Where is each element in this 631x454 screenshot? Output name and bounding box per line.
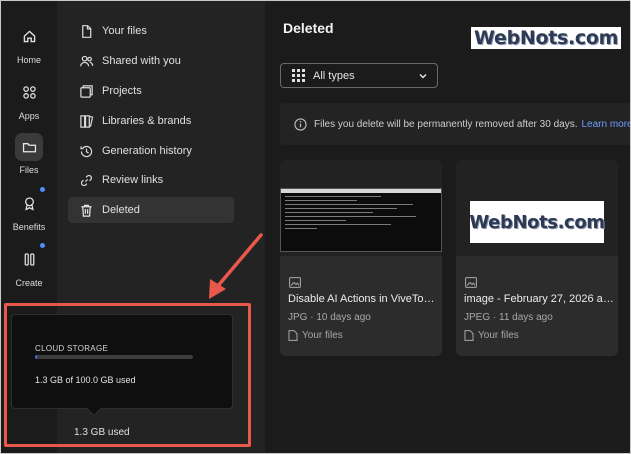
file-location: Your files	[464, 330, 519, 341]
file-meta: JPG · 10 days ago	[288, 312, 371, 323]
file-icon	[288, 330, 298, 341]
library-icon	[80, 114, 94, 128]
file-thumbnail: WebNots.com	[456, 160, 618, 256]
nav-label: Review links	[102, 174, 164, 186]
nav-review-links[interactable]: Review links	[68, 167, 234, 193]
nav-shared-with-you[interactable]: Shared with you	[68, 48, 234, 74]
image-file-icon	[289, 277, 301, 288]
rail-files[interactable]: Files	[1, 133, 57, 175]
home-icon	[16, 23, 42, 49]
chevron-down-icon	[419, 73, 427, 79]
page-title: Deleted	[283, 20, 334, 36]
nav-projects[interactable]: Projects	[68, 78, 234, 104]
console-screenshot-image	[280, 188, 442, 252]
nav-label: Deleted	[102, 204, 140, 216]
retention-notice: Files you delete will be permanently rem…	[280, 103, 630, 145]
rail-home-label: Home	[16, 55, 41, 65]
file-location-label: Your files	[302, 330, 343, 341]
file-name: image - February 27, 2026 at 1...	[464, 293, 614, 305]
nav-label: Shared with you	[102, 55, 181, 67]
create-icon	[16, 243, 45, 272]
folder-icon	[15, 133, 43, 161]
nav-deleted[interactable]: Deleted	[68, 197, 234, 223]
filter-label: All types	[313, 69, 355, 82]
nav-libraries-brands[interactable]: Libraries & brands	[68, 108, 234, 134]
thumbnail-logo-text: WebNots.com	[469, 211, 605, 233]
file-name: Disable AI Actions in ViveTool...	[288, 293, 438, 305]
nav-label: Generation history	[102, 145, 192, 157]
rail-benefits[interactable]: Benefits	[1, 187, 57, 232]
file-meta: JPEG · 11 days ago	[464, 312, 553, 323]
nav-label: Projects	[102, 85, 142, 97]
notification-dot	[40, 187, 45, 192]
apps-icon	[16, 79, 42, 105]
file-location-label: Your files	[478, 330, 519, 341]
nav-label: Your files	[102, 25, 147, 37]
history-icon	[80, 145, 93, 157]
nav-your-files[interactable]: Your files	[68, 18, 234, 44]
projects-icon	[80, 84, 93, 98]
notice-text: Files you delete will be permanently rem…	[314, 118, 578, 130]
rail-home[interactable]: Home	[1, 23, 57, 65]
file-icon	[82, 24, 92, 38]
cloud-storage-popover: CLOUD STORAGE 1.3 GB of 100.0 GB used	[11, 314, 233, 409]
app-window: Home Apps Files Benefits Create Your fil…	[1, 1, 630, 453]
rail-files-label: Files	[19, 165, 39, 175]
link-icon	[81, 174, 92, 186]
files-nav-panel: Your files Shared with you Projects Libr…	[11, 1, 265, 453]
rail-apps[interactable]: Apps	[1, 79, 57, 121]
storage-used-text: 1.3 GB of 100.0 GB used	[35, 375, 136, 385]
file-location: Your files	[288, 330, 343, 341]
main-content: Deleted WebNots.com All types Files you …	[265, 1, 630, 453]
storage-title: CLOUD STORAGE	[35, 344, 109, 353]
file-thumbnail	[280, 160, 442, 256]
grid-icon	[292, 69, 305, 82]
watermark-logo: WebNots.com	[471, 27, 622, 49]
type-filter-dropdown[interactable]: All types	[280, 63, 438, 88]
storage-progress-fill	[35, 355, 38, 359]
learn-more-link[interactable]: Learn more	[581, 119, 630, 130]
nav-generation-history[interactable]: Generation history	[68, 138, 234, 164]
notification-dot	[40, 243, 45, 248]
rail-create[interactable]: Create	[1, 243, 57, 288]
rail-apps-label: Apps	[18, 111, 40, 121]
info-icon	[294, 117, 307, 131]
rail-create-label: Create	[15, 278, 43, 288]
webnots-thumbnail-image: WebNots.com	[469, 201, 605, 243]
nav-label: Libraries & brands	[102, 115, 192, 127]
people-icon	[80, 55, 94, 66]
rail-benefits-label: Benefits	[12, 222, 46, 232]
file-card[interactable]: WebNots.com image - February 27, 2026 at…	[456, 160, 618, 356]
image-file-icon	[465, 277, 477, 288]
file-icon	[464, 330, 474, 341]
trash-icon	[81, 204, 92, 217]
badge-icon	[16, 187, 45, 216]
storage-used-summary[interactable]: 1.3 GB used	[74, 427, 130, 438]
storage-progress-bar	[35, 355, 193, 359]
file-card[interactable]: Disable AI Actions in ViveTool... JPG · …	[280, 160, 442, 356]
